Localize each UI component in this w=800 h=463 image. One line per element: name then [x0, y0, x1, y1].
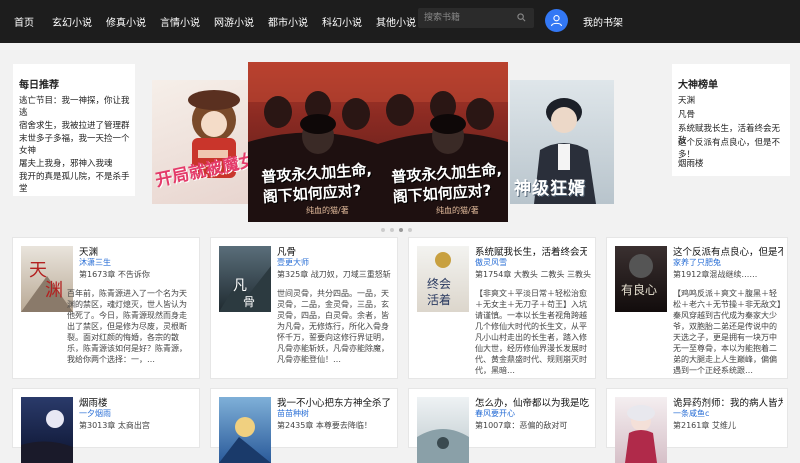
- book-card[interactable]: 天渊 天渊 沐潇三生 第1673章 不告诉你 百年前，陈青源进入了一个名为天渊的…: [12, 237, 200, 379]
- daily-item-4[interactable]: 屠夫上我身，邪神入我魂: [19, 158, 131, 170]
- book-author[interactable]: 壹更大师: [277, 257, 309, 268]
- book-title[interactable]: 天渊: [79, 244, 98, 258]
- book-title[interactable]: 这个反派有点良心，但是不多！: [673, 244, 783, 258]
- daily-item-5[interactable]: 我开的真是孤儿院，不是杀手堂: [19, 171, 131, 195]
- nav-xuanhuan[interactable]: 玄幻小说: [52, 14, 92, 29]
- book-title[interactable]: 我一不小心把东方神全杀了: [277, 395, 391, 409]
- banner-cover-right[interactable]: 神级狂婿: [510, 80, 614, 204]
- book-title[interactable]: 烟雨楼: [79, 395, 108, 409]
- book-description: 世间灵骨，共分四品。一品，天灵骨，二品，金灵骨，三品，玄灵骨，四品，白灵骨。余者…: [277, 289, 389, 364]
- book-title[interactable]: 系统赋我长生，活着终会无敌: [475, 244, 587, 258]
- book-latest-chapter[interactable]: 第325章 战刀奴，刀域三重怒斩: [277, 269, 391, 280]
- book-card[interactable]: 烟雨楼 一夕烟雨 第3013章 太商出宫: [12, 388, 200, 463]
- book-latest-chapter[interactable]: 第1007章：恶偏的敌对可: [475, 420, 567, 431]
- book-author[interactable]: 沐潇三生: [79, 257, 111, 268]
- daily-item-2[interactable]: 宿舍求生，我被拉进了管理群: [19, 120, 131, 132]
- book-author[interactable]: 苗苗种树: [277, 408, 309, 419]
- ranking-item-2[interactable]: 凡骨: [678, 109, 788, 121]
- book-latest-chapter[interactable]: 第1673章 不告诉你: [79, 269, 150, 280]
- book-description: 百年前，陈青源进入了一个名为天渊的禁区，魂灯熄灭，世人皆认为他死了。今日，陈青源…: [67, 289, 187, 364]
- book-latest-chapter[interactable]: 第1912章混战继续……: [673, 269, 757, 280]
- banner-right-title: 神级狂婿: [514, 179, 586, 199]
- top-nav: 首页 玄幻小说 修真小说 言情小说 网游小说 都市小说 科幻小说 其他小说 我的…: [0, 0, 800, 43]
- daily-item-1[interactable]: 逃亡节目：我一神探，你让我逃: [19, 95, 131, 119]
- carousel-dots: [381, 228, 412, 232]
- banner-cover-center[interactable]: 普攻永久加生命, 阁下如何应对? 普攻永久加生命, 阁下如何应对? 纯血的猫/著…: [248, 62, 508, 222]
- book-latest-chapter[interactable]: 第1754章 大教头 二教头 三教头: [475, 269, 591, 280]
- book-cover: 天渊: [21, 246, 73, 312]
- nav-dushi[interactable]: 都市小说: [268, 14, 308, 29]
- book-card[interactable]: 怎么办，仙帝都以为我是吃货 春风要开心 第1007章：恶偏的敌对可: [408, 388, 596, 463]
- book-cover: [21, 397, 73, 463]
- svg-text:骨: 骨: [243, 295, 255, 309]
- book-title[interactable]: 凡骨: [277, 244, 296, 258]
- book-card[interactable]: 我一不小心把东方神全杀了 苗苗种树 第2435章 本尊要去降临！: [210, 388, 398, 463]
- book-cover: 终会 活着: [417, 246, 469, 312]
- book-author[interactable]: 家养了只肥兔: [673, 257, 721, 268]
- book-cover: [615, 397, 667, 463]
- book-latest-chapter[interactable]: 第2161章 艾维儿: [673, 420, 736, 431]
- book-author[interactable]: 一夕烟雨: [79, 408, 111, 419]
- svg-text:活着: 活着: [427, 292, 451, 307]
- book-latest-chapter[interactable]: 第3013章 太商出宫: [79, 420, 150, 431]
- ranking-panel: 大神榜单 天渊 凡骨 系统赋我长生，活着终会无敌 这个反派有点良心，但是不多！ …: [672, 64, 790, 176]
- daily-item-3[interactable]: 末世多子多福，我一天捡一个女神: [19, 133, 131, 157]
- book-title[interactable]: 怎么办，仙帝都以为我是吃货: [475, 395, 589, 409]
- book-title[interactable]: 诡异药剂师：我的病人皆为恐怖: [673, 395, 783, 409]
- nav-xiuzhen[interactable]: 修真小说: [106, 14, 146, 29]
- nav-home[interactable]: 首页: [14, 14, 34, 29]
- nav-yanqing[interactable]: 言情小说: [160, 14, 200, 29]
- carousel-dot-1[interactable]: [381, 228, 385, 232]
- svg-text:天: 天: [29, 260, 47, 281]
- book-description: 【非爽文＋平淡日常＋轻松治愈＋无女主＋无刀子＋苟王】入坑请谨慎。一本以长生者视角…: [475, 289, 587, 374]
- book-card[interactable]: 有良心 这个反派有点良心，但是不多！ 家养了只肥兔 第1912章混战继续…… 【…: [606, 237, 788, 379]
- nav-other[interactable]: 其他小说: [376, 14, 416, 29]
- svg-text:渊: 渊: [45, 280, 63, 301]
- book-author[interactable]: 傲灵风雪: [475, 257, 507, 268]
- book-cover: 凡骨: [219, 246, 271, 312]
- book-card[interactable]: 终会 活着 系统赋我长生，活着终会无敌 傲灵风雪 第1754章 大教头 二教头 三…: [408, 237, 596, 379]
- ranking-title: 大神榜单: [678, 80, 718, 91]
- svg-text:有良心: 有良心: [621, 282, 657, 297]
- book-card[interactable]: 诡异药剂师：我的病人皆为恐怖 一条咸鱼c 第2161章 艾维儿: [606, 388, 788, 463]
- nav-bookshelf[interactable]: 我的书架: [583, 14, 623, 29]
- banner-center-sub-b: 纯血的猫/著: [436, 206, 479, 215]
- book-description: 【鸡鸣反派＋爽文＋腹黑＋轻松＋老六＋无节操＋非无敌文】秦风穿越到古代成为秦家大少…: [673, 289, 781, 374]
- ranking-item-5[interactable]: 烟雨楼: [678, 158, 788, 170]
- carousel-dot-3[interactable]: [399, 228, 403, 232]
- carousel-dot-2[interactable]: [390, 228, 394, 232]
- svg-text:凡: 凡: [233, 278, 247, 294]
- search-icon[interactable]: [517, 13, 526, 22]
- ranking-item-1[interactable]: 天渊: [678, 95, 788, 107]
- banner-center-title-b: 普攻永久加生命, 阁下如何应对?: [391, 159, 508, 207]
- book-card[interactable]: 凡骨 凡骨 壹更大师 第325章 战刀奴，刀域三重怒斩 世间灵骨，共分四品。一品…: [210, 237, 398, 379]
- user-avatar[interactable]: [545, 9, 568, 32]
- book-cover: [219, 397, 271, 463]
- book-cover: 有良心: [615, 246, 667, 312]
- search-input[interactable]: [424, 11, 514, 25]
- daily-recommend-panel: 每日推荐 逃亡节目：我一神探，你让我逃 宿舍求生，我被拉进了管理群 末世多子多福…: [13, 64, 135, 196]
- book-author[interactable]: 春风要开心: [475, 408, 515, 419]
- nav-kehuan[interactable]: 科幻小说: [322, 14, 362, 29]
- book-cover: [417, 397, 469, 463]
- nav-wangyou[interactable]: 网游小说: [214, 14, 254, 29]
- book-author[interactable]: 一条咸鱼c: [673, 408, 709, 419]
- banner-carousel[interactable]: 开局就被魔女我 普攻永久加生命, 阁下如何应对? 普攻永久加生命, 阁下如何应对…: [152, 62, 617, 224]
- daily-recommend-title: 每日推荐: [19, 80, 59, 91]
- banner-center-title-a: 普攻永久加生命, 阁下如何应对?: [261, 159, 383, 207]
- book-latest-chapter[interactable]: 第2435章 本尊要去降临！: [277, 420, 372, 431]
- search-box: [418, 8, 534, 28]
- carousel-dot-4[interactable]: [408, 228, 412, 232]
- banner-cover-left[interactable]: 开局就被魔女我: [152, 80, 248, 204]
- user-icon: [550, 15, 563, 27]
- svg-text:终会: 终会: [427, 276, 451, 291]
- banner-center-sub-a: 纯血的猫/著: [306, 206, 349, 215]
